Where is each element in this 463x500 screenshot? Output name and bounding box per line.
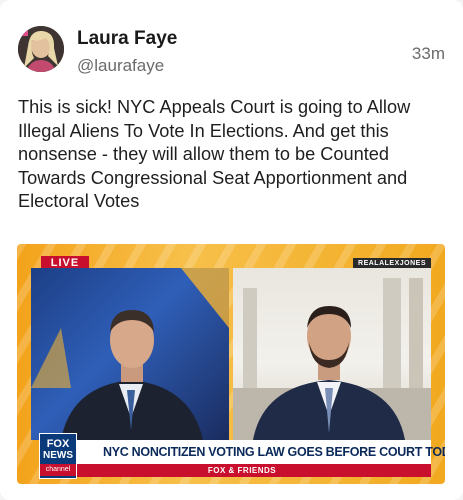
author-handle[interactable]: @laurafaye — [77, 56, 164, 76]
post-media-image[interactable]: LIVE REALALEXJONES NYC NONCITIZEN VOTING… — [17, 244, 445, 484]
show-name: FOX & FRIENDS — [207, 466, 277, 475]
post-card[interactable]: Laura Faye @laurafaye 33m This is sick! … — [0, 0, 463, 500]
show-bar: FOX & FRIENDS — [53, 464, 431, 477]
post-timestamp: 33m — [411, 44, 445, 63]
avatar[interactable] — [18, 26, 64, 72]
guest-figure — [233, 278, 431, 440]
logo-text-news: NEWS — [43, 450, 73, 461]
guest-panel — [233, 268, 431, 440]
chyron-bar: NYC NONCITIZEN VOTING LAW GOES BEFORE CO… — [53, 440, 445, 464]
author-name[interactable]: Laura Faye — [77, 28, 177, 50]
logo-text-channel: channel — [40, 464, 76, 476]
avatar-image — [18, 26, 64, 72]
anchor-figure — [31, 268, 229, 440]
chyron-headline: NYC NONCITIZEN VOTING LAW GOES BEFORE CO… — [103, 445, 445, 459]
anchor-panel — [31, 268, 229, 440]
network-logo: FOX NEWS channel — [39, 433, 77, 479]
logo-text-fox: FOX — [46, 438, 70, 450]
post-text: This is sick! NYC Appeals Court is going… — [18, 97, 411, 211]
